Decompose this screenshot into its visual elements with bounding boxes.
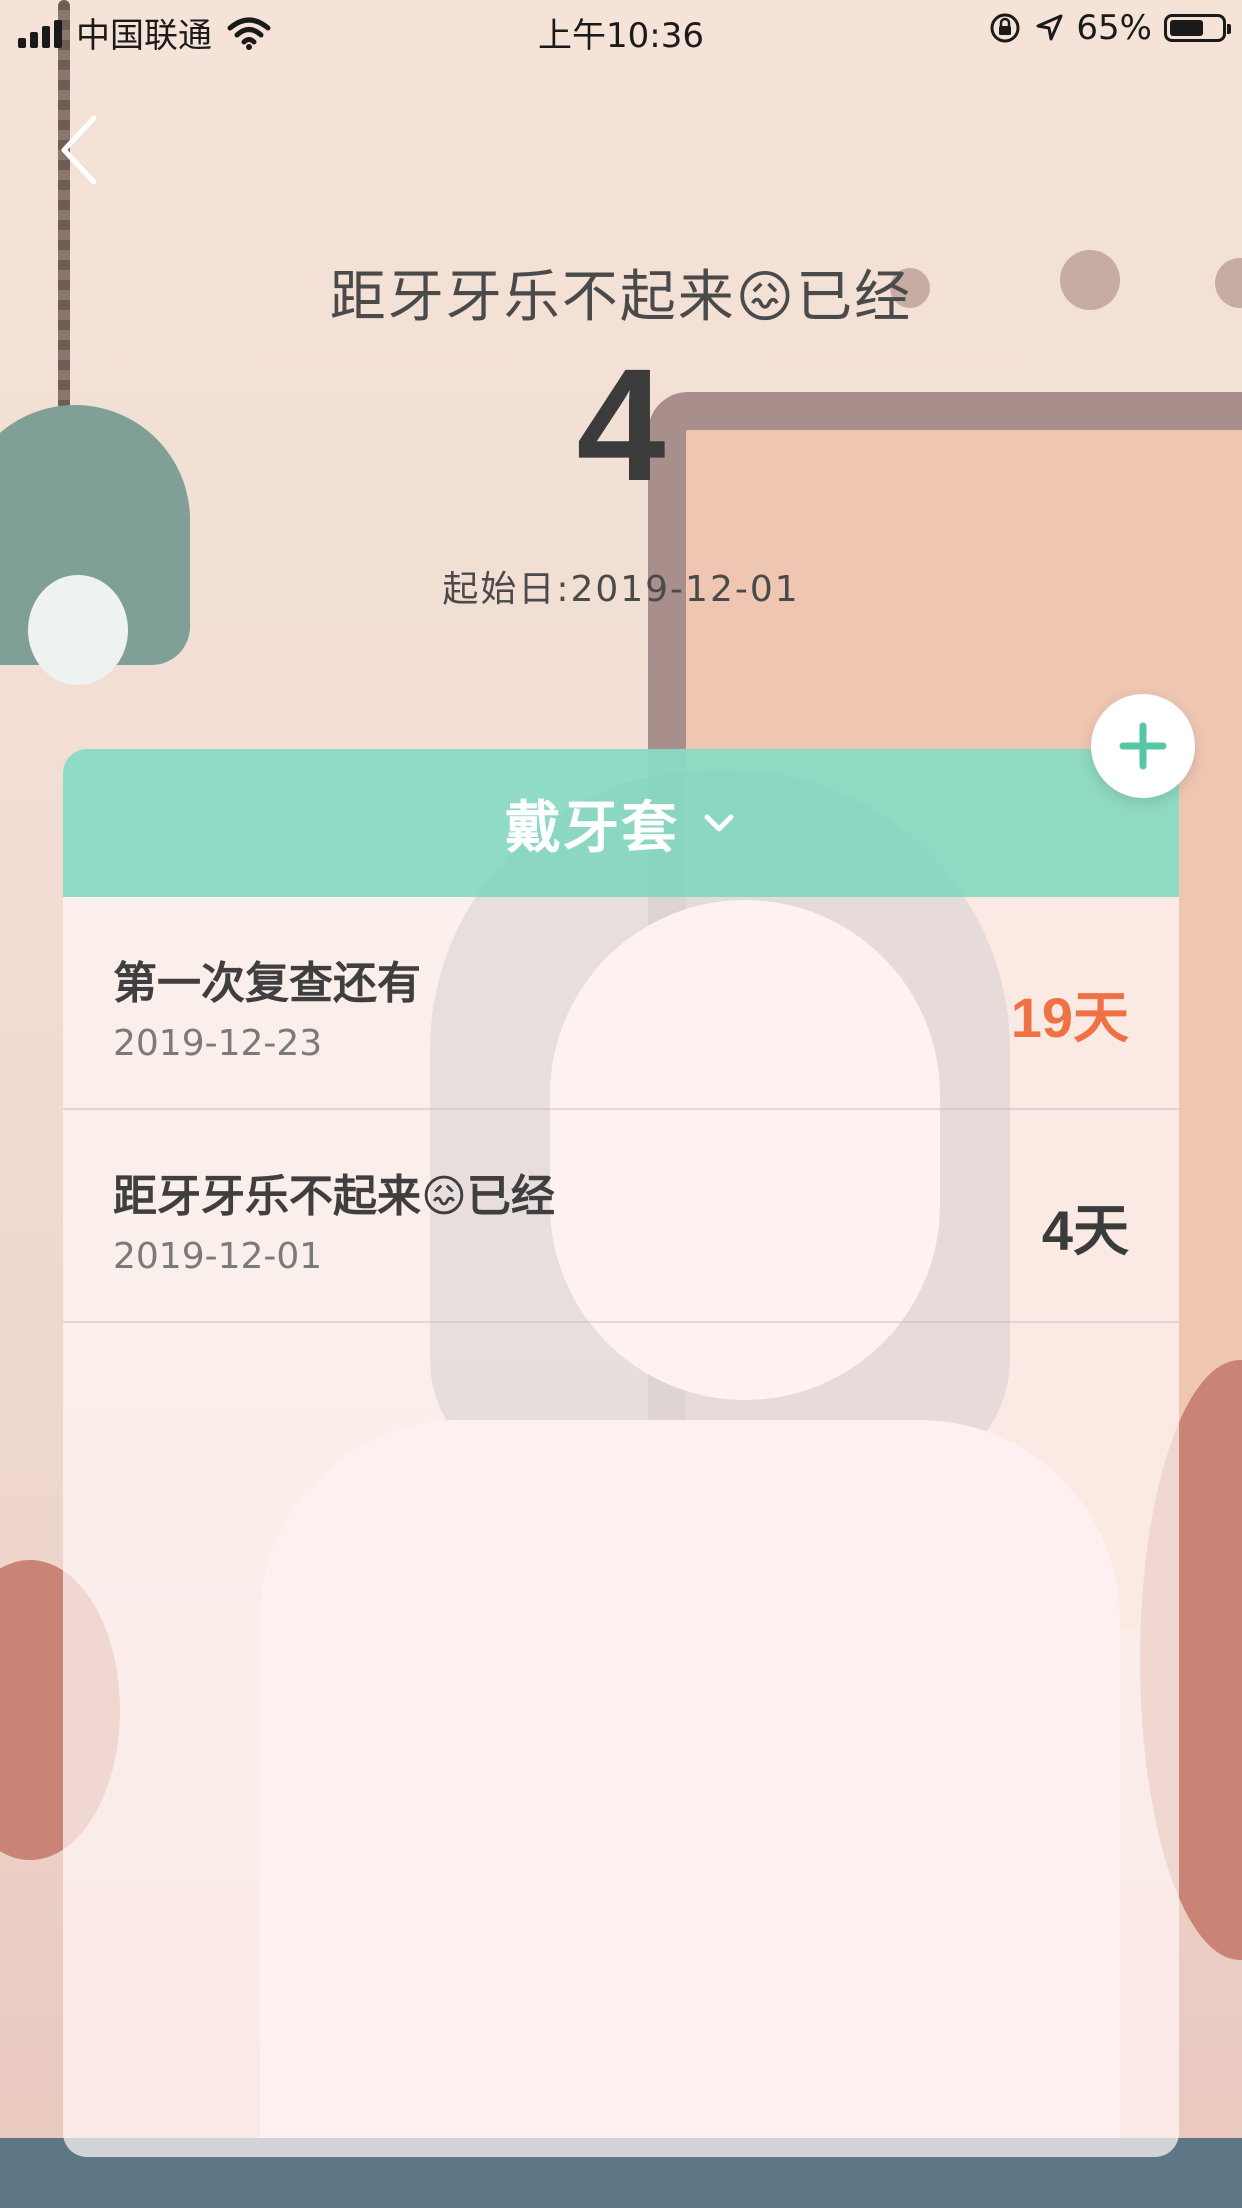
plus-icon	[1119, 722, 1167, 770]
page-title: 距牙牙乐不起来😖已经	[329, 265, 913, 330]
item-date: 2019-12-01	[113, 1236, 323, 1277]
item-title: 第一次复查还有	[113, 958, 421, 1009]
status-right: 65%	[988, 8, 1231, 48]
battery-icon	[1164, 14, 1231, 42]
category-selector[interactable]: 戴牙套	[63, 749, 1179, 897]
location-icon	[1036, 14, 1063, 41]
battery-percent: 65%	[1076, 8, 1152, 48]
rotation-lock-icon	[990, 13, 1020, 43]
list-item[interactable]: 距牙牙乐不起来😖已经 2019-12-01 4天	[63, 1110, 1179, 1323]
item-count: 4天	[1041, 1199, 1129, 1262]
list-item[interactable]: 第一次复查还有 2019-12-23 19天	[63, 897, 1179, 1110]
item-count: 19天	[1010, 986, 1129, 1049]
item-date: 2019-12-23	[113, 1023, 323, 1064]
status-bar: 中国联通 上午10:36 65%	[0, 0, 1242, 60]
days-counter: 4	[576, 335, 666, 514]
add-button[interactable]	[1091, 694, 1195, 798]
category-label: 戴牙套	[505, 795, 679, 861]
back-button[interactable]	[52, 110, 122, 190]
events-card: 戴牙套 第一次复查还有 2019-12-23 19天 距牙牙乐不起来😖已经 20…	[63, 749, 1179, 2157]
item-title: 距牙牙乐不起来😖已经	[113, 1171, 555, 1222]
chevron-left-icon	[61, 115, 97, 185]
chevron-down-icon	[704, 814, 734, 832]
start-date: 起始日:2019-12-01	[442, 569, 800, 610]
battery-level	[1170, 20, 1203, 36]
